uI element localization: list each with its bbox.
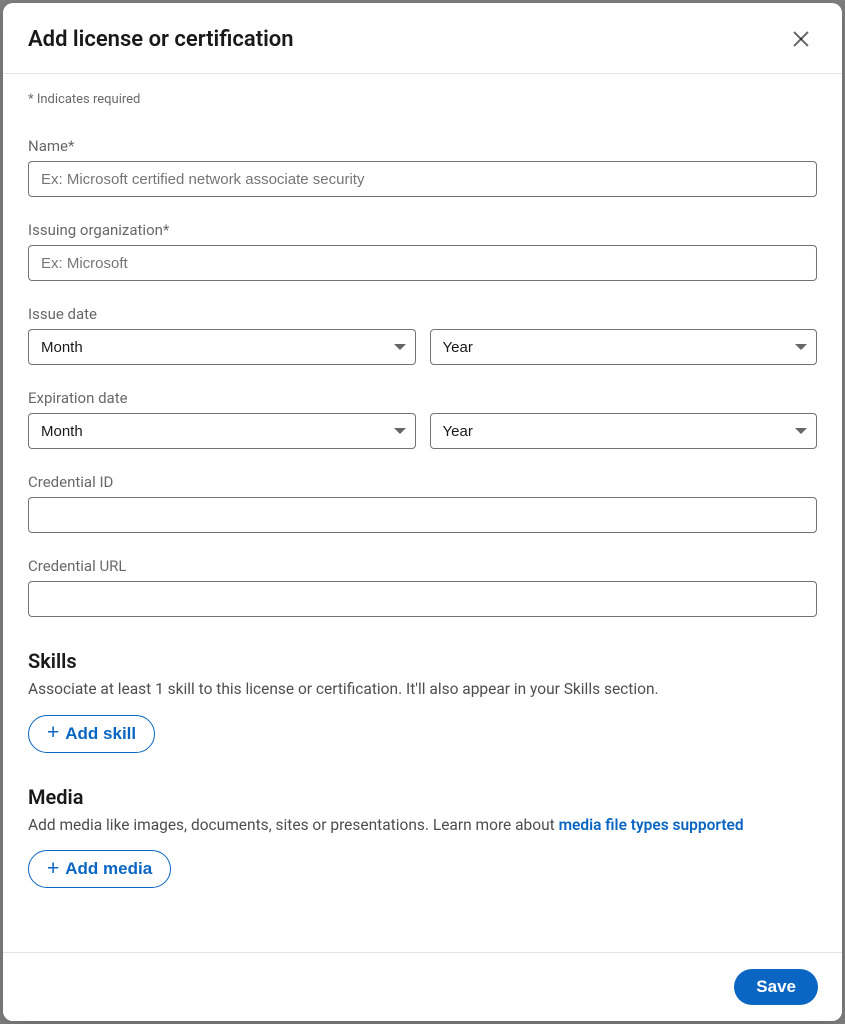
media-description: Add media like images, documents, sites … <box>28 815 817 837</box>
add-certification-modal: Add license or certification * Indicates… <box>3 3 842 1021</box>
add-media-button[interactable]: + Add media <box>28 850 171 888</box>
credential-id-label: Credential ID <box>28 473 817 491</box>
plus-icon: + <box>47 858 59 879</box>
modal-title: Add license or certification <box>28 27 294 52</box>
expiration-date-label: Expiration date <box>28 389 817 407</box>
expiration-date-field-group: Expiration date Month Year <box>28 389 817 449</box>
close-button[interactable] <box>785 23 817 55</box>
add-media-label: Add media <box>65 859 152 879</box>
credential-id-input[interactable] <box>28 497 817 533</box>
add-skill-button[interactable]: + Add skill <box>28 715 155 753</box>
modal-body[interactable]: * Indicates required Name* Issuing organ… <box>3 74 842 952</box>
credential-url-label: Credential URL <box>28 557 817 575</box>
issue-date-label: Issue date <box>28 305 817 323</box>
issuing-org-field-group: Issuing organization* <box>28 221 817 281</box>
skills-heading: Skills <box>28 649 817 673</box>
expiration-year-select[interactable]: Year <box>430 413 818 449</box>
issuing-org-input[interactable] <box>28 245 817 281</box>
add-skill-label: Add skill <box>65 724 136 744</box>
media-heading: Media <box>28 785 817 809</box>
issue-year-select[interactable]: Year <box>430 329 818 365</box>
name-label: Name* <box>28 137 817 155</box>
modal-footer: Save <box>3 952 842 1021</box>
close-icon <box>790 28 812 50</box>
modal-header: Add license or certification <box>3 3 842 74</box>
name-field-group: Name* <box>28 137 817 197</box>
credential-url-input[interactable] <box>28 581 817 617</box>
name-input[interactable] <box>28 161 817 197</box>
plus-icon: + <box>47 722 59 743</box>
issuing-org-label: Issuing organization* <box>28 221 817 239</box>
save-button[interactable]: Save <box>734 969 818 1005</box>
media-description-text: Add media like images, documents, sites … <box>28 816 559 834</box>
credential-id-field-group: Credential ID <box>28 473 817 533</box>
required-indicator-note: * Indicates required <box>28 82 817 113</box>
skills-description: Associate at least 1 skill to this licen… <box>28 679 817 701</box>
expiration-month-select[interactable]: Month <box>28 413 416 449</box>
issue-month-select[interactable]: Month <box>28 329 416 365</box>
credential-url-field-group: Credential URL <box>28 557 817 617</box>
media-types-link[interactable]: media file types supported <box>559 816 744 834</box>
issue-date-field-group: Issue date Month Year <box>28 305 817 365</box>
